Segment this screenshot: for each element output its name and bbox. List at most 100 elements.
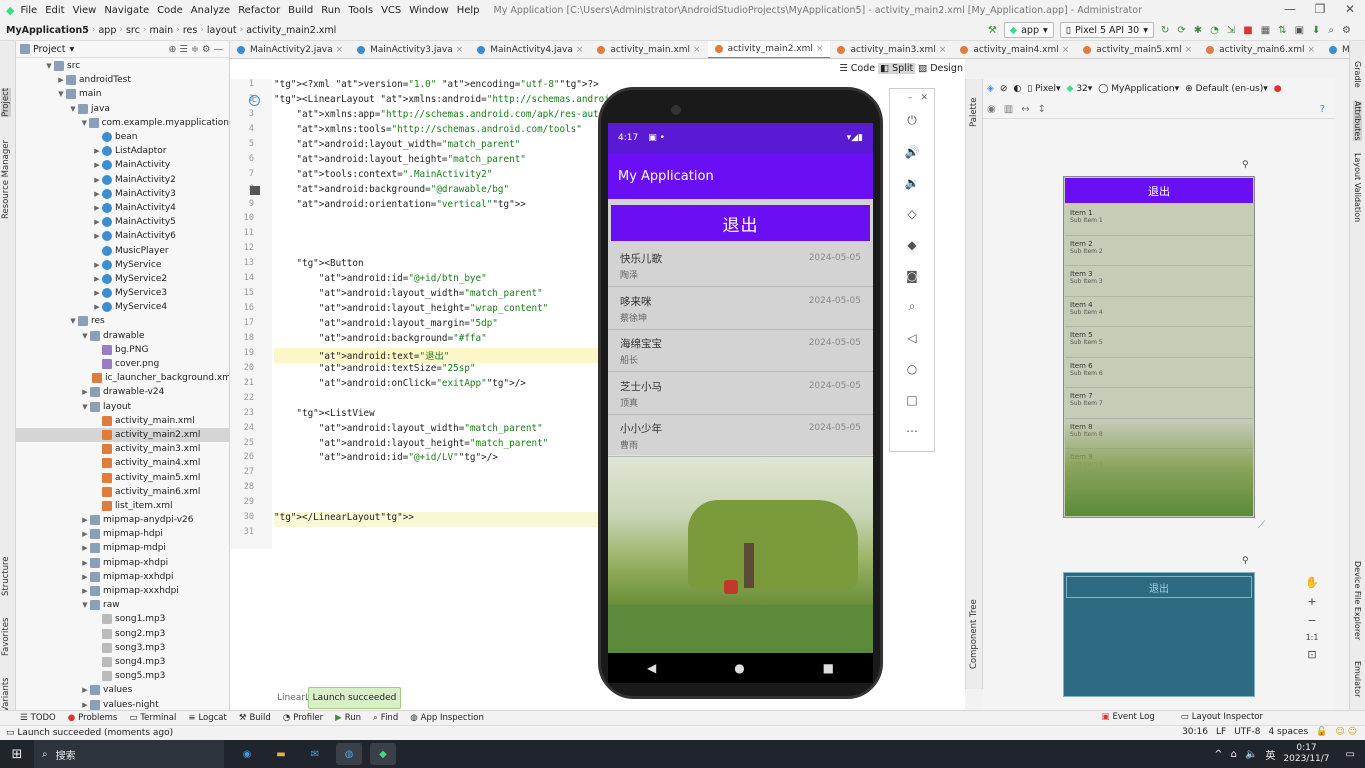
chevron-down-icon[interactable]: ▾ bbox=[70, 44, 75, 55]
chevron-right-icon[interactable]: ▶ bbox=[92, 218, 102, 226]
hammer-icon[interactable]: ⚒ bbox=[988, 25, 997, 36]
chevron-right-icon[interactable]: ▶ bbox=[80, 544, 90, 552]
tree-item[interactable]: ▶ MyService4 bbox=[16, 300, 229, 314]
tree-item[interactable]: bg.PNG bbox=[16, 343, 229, 357]
tab-close-icon[interactable]: × bbox=[816, 44, 824, 54]
tab-close-icon[interactable]: × bbox=[1308, 45, 1316, 55]
sdk-manager-icon[interactable]: ⬇ bbox=[1312, 25, 1320, 36]
tree-item[interactable]: activity_main3.xml bbox=[16, 442, 229, 456]
tree-item[interactable]: ▼ layout bbox=[16, 400, 229, 414]
tree-item[interactable]: activity_main4.xml bbox=[16, 456, 229, 470]
tool-window-profiler[interactable]: ◔ Profiler bbox=[283, 713, 323, 723]
menu-vcs[interactable]: VCS bbox=[381, 5, 401, 16]
tool-window-problems[interactable]: ● Problems bbox=[68, 713, 118, 723]
editor-tab[interactable]: activity_main6.xml × bbox=[1199, 41, 1322, 58]
apply-changes-icon[interactable]: ⟳ bbox=[1177, 25, 1185, 36]
zoom-out-icon[interactable]: − bbox=[1307, 614, 1316, 627]
chevron-right-icon[interactable]: ▶ bbox=[80, 686, 90, 694]
lock-icon[interactable]: 🔓 bbox=[1316, 727, 1327, 737]
tab-close-icon[interactable]: × bbox=[939, 45, 947, 55]
resize-handle-icon[interactable]: ⟋ bbox=[1258, 520, 1265, 531]
tree-item[interactable]: ▶ mipmap-xxhdpi bbox=[16, 570, 229, 584]
menu-file[interactable]: File bbox=[20, 5, 37, 16]
eye-icon[interactable]: ◉ bbox=[987, 104, 996, 115]
tree-item[interactable]: ic_launcher_background.xml bbox=[16, 371, 229, 385]
preview-list-item[interactable]: Item 3 Sub Item 3 bbox=[1065, 266, 1253, 297]
tree-item[interactable]: ▼ java bbox=[16, 102, 229, 116]
tree-item[interactable]: song3.mp3 bbox=[16, 641, 229, 655]
tree-item[interactable]: ▼ src bbox=[16, 59, 229, 73]
editor-tab[interactable]: activity_main.xml × bbox=[590, 41, 707, 58]
tree-item[interactable]: ▶ MyService2 bbox=[16, 272, 229, 286]
menu-view[interactable]: View bbox=[73, 5, 97, 16]
exit-button[interactable]: 退出 bbox=[611, 205, 870, 241]
mail-icon[interactable]: ✉ bbox=[302, 743, 328, 765]
windows-start-icon[interactable]: ⊞ bbox=[4, 743, 30, 765]
breadcrumb-item[interactable]: res bbox=[183, 25, 198, 36]
menu-help[interactable]: Help bbox=[457, 5, 480, 16]
zoom-fit-icon[interactable]: ⊡ bbox=[1307, 648, 1316, 661]
chevron-right-icon[interactable]: ▶ bbox=[92, 190, 102, 198]
tree-item[interactable]: ▼ main bbox=[16, 87, 229, 101]
volume-icon[interactable]: 🔈 bbox=[1245, 749, 1257, 760]
preview-list-item[interactable]: Item 4 Sub Item 4 bbox=[1065, 297, 1253, 327]
preview-list-item[interactable]: Item 2 Sub Item 2 bbox=[1065, 236, 1253, 266]
line-separator[interactable]: LF bbox=[1216, 727, 1226, 737]
preview-exit-button[interactable]: 退出 bbox=[1065, 178, 1253, 203]
tree-item[interactable]: ▶ MainActivity3 bbox=[16, 187, 229, 201]
chevron-right-icon[interactable]: ▶ bbox=[92, 303, 102, 311]
split-mode-button[interactable]: ◧ Split bbox=[878, 63, 916, 74]
tree-item[interactable]: ▶ values bbox=[16, 683, 229, 697]
tree-item[interactable]: ▶ mipmap-xhdpi bbox=[16, 556, 229, 570]
indent-setting[interactable]: 4 spaces bbox=[1268, 727, 1308, 737]
class-marker-icon[interactable]: C bbox=[249, 95, 260, 106]
menu-build[interactable]: Build bbox=[288, 5, 313, 16]
tree-item[interactable]: ▶ MyService3 bbox=[16, 286, 229, 300]
project-structure-icon[interactable]: ▦ bbox=[1261, 25, 1270, 36]
preview-list-item[interactable]: Item 7 Sub Item 7 bbox=[1065, 388, 1253, 419]
locale-select[interactable]: ⊕ Default (en-us) ▾ bbox=[1185, 84, 1268, 94]
tree-item[interactable]: ▶ mipmap-hdpi bbox=[16, 527, 229, 541]
tab-close-icon[interactable]: × bbox=[1062, 45, 1070, 55]
attach-debugger-icon[interactable]: ⇲ bbox=[1227, 25, 1235, 36]
component-tree-tab[interactable]: Component Tree bbox=[969, 599, 979, 669]
chevron-right-icon[interactable]: ▶ bbox=[92, 289, 102, 297]
tool-window-run[interactable]: ▶ Run bbox=[335, 713, 361, 723]
tool-window-build[interactable]: ⚒ Build bbox=[239, 713, 271, 723]
caret-position[interactable]: 30:16 bbox=[1182, 727, 1208, 737]
tree-item[interactable]: ▶ MainActivity6 bbox=[16, 229, 229, 243]
ime-indicator[interactable]: 英 bbox=[1265, 747, 1275, 762]
menu-edit[interactable]: Edit bbox=[45, 5, 64, 16]
layout-inspector-button[interactable]: ▭ Layout Inspector bbox=[1181, 712, 1263, 722]
minimize-icon[interactable]: — bbox=[1275, 2, 1305, 16]
overview-icon[interactable]: □ bbox=[906, 384, 917, 415]
tree-item[interactable]: activity_main5.xml bbox=[16, 470, 229, 484]
rotate-left-icon[interactable]: ◇ bbox=[907, 198, 916, 229]
breadcrumb-item[interactable]: MyApplication5 bbox=[6, 25, 89, 36]
status-message[interactable]: Launch succeeded (moments ago) bbox=[17, 728, 173, 738]
layers-icon[interactable]: ◈ bbox=[987, 84, 994, 94]
volume-up-icon[interactable]: 🔊 bbox=[905, 136, 920, 167]
tab-close-icon[interactable]: × bbox=[576, 45, 584, 55]
tree-item[interactable]: cover.png bbox=[16, 357, 229, 371]
chevron-right-icon[interactable]: ▶ bbox=[80, 388, 90, 396]
tree-item[interactable]: song4.mp3 bbox=[16, 655, 229, 669]
project-view-select[interactable]: Project bbox=[33, 44, 66, 55]
chevron-right-icon[interactable]: ▶ bbox=[80, 701, 90, 709]
device-manager-icon[interactable]: ▣ bbox=[1295, 25, 1304, 36]
song-list-item[interactable]: 芝士小马 顶真 2024-05-05 bbox=[608, 373, 873, 415]
zoom-actual-button[interactable]: 1:1 bbox=[1306, 633, 1319, 642]
breadcrumb-item[interactable]: layout bbox=[207, 25, 237, 36]
event-log-button[interactable]: ▣ Event Log bbox=[1101, 712, 1154, 722]
zoom-icon[interactable]: ⌕ bbox=[909, 291, 916, 322]
tree-item[interactable]: ▶ ListAdaptor bbox=[16, 144, 229, 158]
close-icon[interactable]: ✕ bbox=[1335, 2, 1365, 16]
tree-item[interactable]: ▶ mipmap-xxxhdpi bbox=[16, 584, 229, 598]
emulator-close-icon[interactable]: ✕ bbox=[920, 93, 928, 103]
tool-window-app-inspection[interactable]: ◍ App Inspection bbox=[410, 713, 484, 723]
chevron-down-icon[interactable]: ▼ bbox=[68, 105, 78, 113]
api-select[interactable]: ◆ 32 ▾ bbox=[1067, 84, 1093, 94]
tree-item[interactable]: ▶ mipmap-anydpi-v26 bbox=[16, 513, 229, 527]
chevron-down-icon[interactable]: ▼ bbox=[80, 403, 90, 411]
menu-code[interactable]: Code bbox=[157, 5, 183, 16]
